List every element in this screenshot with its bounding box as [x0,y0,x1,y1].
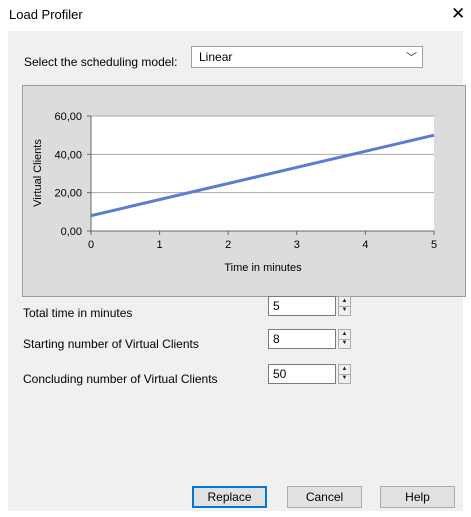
total-time-input[interactable]: 5 [268,296,336,316]
x-tick-label: 5 [431,239,437,251]
close-icon[interactable]: ✕ [451,4,465,24]
total-time-label: Total time in minutes [23,306,133,320]
triangle-down-icon[interactable]: ▼ [339,339,350,348]
load-chart-panel: 0,00 20,00 40,00 60,00 0 1 2 3 4 5 Time in minut… [22,85,466,297]
y-tick-label: 40,00 [54,149,82,161]
x-tick-label: 4 [362,239,368,251]
concluding-clients-stepper[interactable]: ▲ ▼ [338,364,351,384]
x-tick-label: 3 [294,239,300,251]
chevron-down-icon: ﹀ [406,52,417,64]
plot-area [91,116,434,231]
cancel-button[interactable]: Cancel [287,486,362,508]
title-bar: Load Profiler ✕ [0,0,471,30]
triangle-down-icon[interactable]: ▼ [339,374,350,383]
starting-clients-stepper[interactable]: ▲ ▼ [338,329,351,349]
starting-clients-label: Starting number of Virtual Clients [23,337,199,351]
total-time-stepper[interactable]: ▲ ▼ [338,296,351,316]
starting-clients-input[interactable]: 8 [268,329,336,349]
y-tick-label: 20,00 [54,188,82,200]
scheduling-model-select[interactable]: Linear ﹀ [191,46,423,68]
y-tick-label: 0,00 [61,226,82,238]
dialog-body: Select the scheduling model: Linear ﹀ 0,… [8,31,466,511]
triangle-down-icon[interactable]: ▼ [339,306,350,315]
x-tick-label: 1 [157,239,163,251]
scheduling-model-value: Linear [199,50,233,64]
replace-button[interactable]: Replace [192,486,267,508]
x-tick-label: 0 [88,239,94,251]
y-axis-title: Virtual Clients [32,139,44,207]
help-button[interactable]: Help [380,486,455,508]
y-tick-label: 60,00 [54,111,82,123]
scheduling-model-label: Select the scheduling model: [24,55,178,69]
load-chart: 0,00 20,00 40,00 60,00 0 1 2 3 4 5 Time in minut… [32,111,437,274]
concluding-clients-input[interactable]: 50 [268,364,336,384]
x-axis-title: Time in minutes [224,262,302,274]
x-tick-label: 2 [225,239,231,251]
window-title: Load Profiler [9,7,83,22]
concluding-clients-label: Concluding number of Virtual Clients [23,372,218,386]
